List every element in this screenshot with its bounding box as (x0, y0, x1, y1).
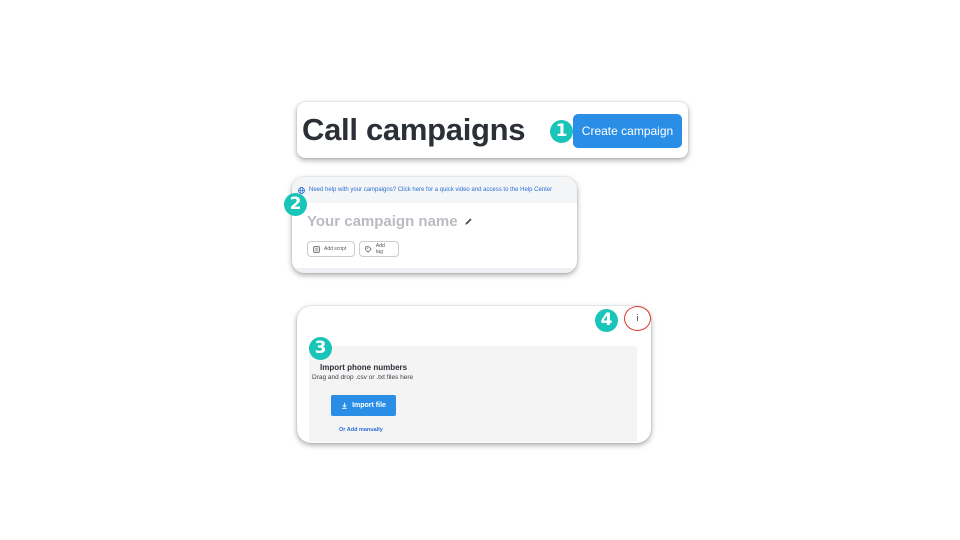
page-title: Call campaigns (302, 112, 526, 147)
tag-icon (365, 245, 372, 253)
import-file-label: Import file (352, 402, 386, 409)
campaign-details-card: Need help with your campaigns? Click her… (292, 177, 577, 273)
create-campaign-button[interactable]: Create campaign (573, 114, 682, 148)
step-marker-2: 2 (284, 193, 307, 216)
info-icon[interactable]: i (624, 306, 651, 331)
help-text: Need help with your campaigns? Click her… (309, 187, 553, 193)
import-title: Import phone numbers (320, 363, 408, 372)
campaign-name-field[interactable]: Your campaign name (307, 213, 473, 230)
script-icon (313, 245, 320, 253)
step-marker-4: 4 (595, 309, 618, 332)
campaigns-header-card: Call campaigns Create campaign (297, 102, 688, 158)
step-marker-3: 3 (309, 337, 332, 360)
import-subtitle: Drag and drop .csv or .txt files here (312, 374, 414, 381)
add-script-button[interactable]: Add script (307, 241, 355, 257)
help-center-link[interactable]: Need help with your campaigns? Click her… (292, 177, 577, 203)
pencil-icon[interactable] (464, 217, 473, 226)
add-script-label: Add script (324, 246, 347, 252)
import-file-button[interactable]: Import file (331, 395, 396, 416)
step-marker-1: 1 (550, 120, 573, 143)
add-manually-link[interactable]: Or Add manually (339, 427, 383, 433)
add-tag-label: Add tag (375, 243, 385, 255)
card-footer-strip (292, 268, 577, 273)
add-tag-button[interactable]: Add tag (359, 241, 399, 257)
campaign-name-placeholder: Your campaign name (307, 213, 458, 230)
globe-icon (298, 186, 305, 194)
download-icon (342, 402, 348, 409)
